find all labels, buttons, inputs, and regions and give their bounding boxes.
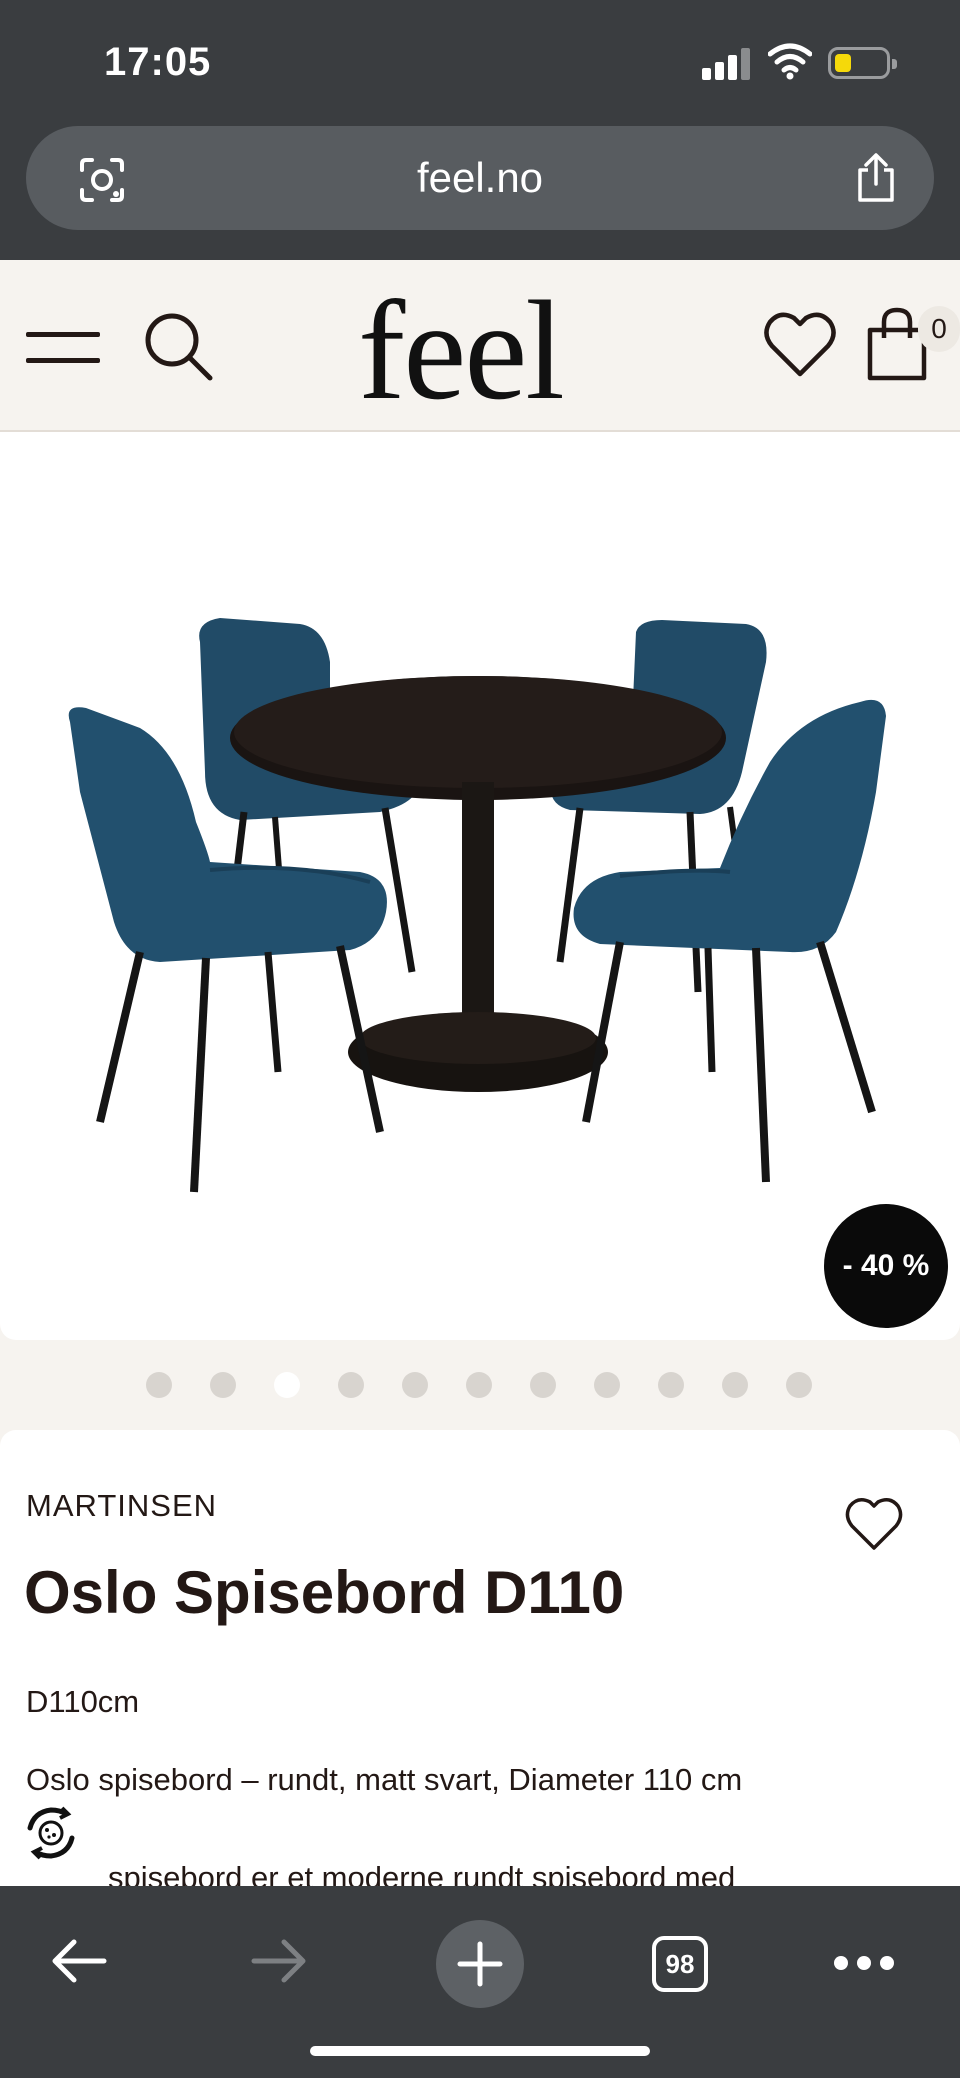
product-description-line: Oslo spisebord – rundt, matt svart, Diam…: [26, 1762, 743, 1797]
carousel-dot[interactable]: [338, 1372, 364, 1398]
arrow-left-icon[interactable]: [50, 1938, 108, 1984]
heart-icon[interactable]: [762, 310, 838, 380]
site-header: feel 0: [0, 260, 960, 432]
battery-icon: [828, 47, 897, 79]
carousel-dot[interactable]: [402, 1372, 428, 1398]
carousel-dot[interactable]: [146, 1372, 172, 1398]
status-bar: 17:05 feel.no: [0, 0, 960, 260]
product-brand[interactable]: MARTINSEN: [26, 1488, 217, 1524]
url-bar[interactable]: feel.no: [26, 126, 934, 230]
carousel-dot[interactable]: [786, 1372, 812, 1398]
cart-count-badge[interactable]: 0: [918, 306, 960, 352]
product-title: Oslo Spisebord D110: [24, 1559, 625, 1626]
signal-icon: [702, 46, 752, 80]
plus-icon: [457, 1941, 503, 1987]
carousel-dot[interactable]: [466, 1372, 492, 1398]
carousel-dot-active[interactable]: [274, 1372, 300, 1398]
carousel-dot[interactable]: [722, 1372, 748, 1398]
cookie-settings-icon[interactable]: [16, 1798, 86, 1868]
arrow-right-icon[interactable]: [250, 1938, 308, 1984]
share-icon[interactable]: [854, 152, 898, 204]
tabs-count-button[interactable]: 98: [652, 1936, 708, 1992]
heart-icon[interactable]: [844, 1496, 904, 1552]
wifi-icon: [768, 43, 812, 80]
hamburger-menu-icon[interactable]: [26, 328, 102, 368]
product-image[interactable]: [0, 432, 960, 1340]
carousel-dot[interactable]: [530, 1372, 556, 1398]
carousel-dot[interactable]: [658, 1372, 684, 1398]
carousel-dot[interactable]: [210, 1372, 236, 1398]
discount-badge: - 40 %: [824, 1204, 948, 1328]
more-dots-icon[interactable]: [834, 1956, 894, 1972]
search-icon[interactable]: [140, 308, 216, 384]
carousel-dot[interactable]: [594, 1372, 620, 1398]
site-logo[interactable]: feel: [358, 268, 565, 432]
new-tab-button[interactable]: [436, 1920, 524, 2008]
home-indicator: [310, 2046, 650, 2056]
carousel-dots: [0, 1340, 960, 1430]
url-text[interactable]: feel.no: [26, 154, 934, 202]
browser-bottom-bar: 98: [0, 1886, 960, 2078]
product-size: D110cm: [26, 1684, 140, 1719]
status-time: 17:05: [104, 40, 212, 84]
product-photo-table-chairs: [68, 618, 886, 1193]
